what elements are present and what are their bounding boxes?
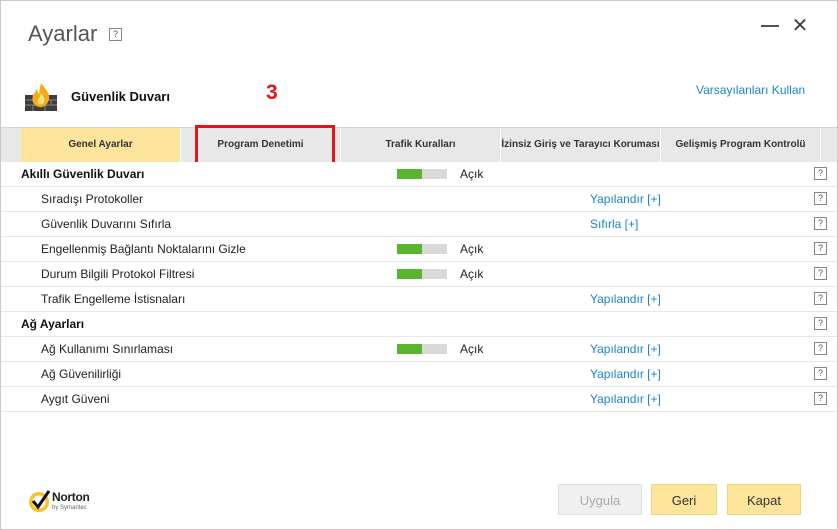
setting-row: Sıradışı Protokoller Yapılandır [+]? bbox=[1, 187, 837, 212]
tab-bar: Genel Ayarlar Program Denetimi Trafik Ku… bbox=[1, 127, 837, 163]
step-number-annotation: 3 bbox=[266, 81, 278, 104]
section-title: Güvenlik Duvarı bbox=[71, 89, 170, 104]
toggle-fill bbox=[397, 244, 422, 254]
help-icon[interactable]: ? bbox=[814, 217, 827, 230]
window-title: Ayarlar bbox=[28, 21, 98, 46]
toggle-switch[interactable] bbox=[397, 344, 447, 354]
back-button[interactable]: Geri bbox=[651, 484, 717, 515]
help-icon[interactable]: ? bbox=[814, 292, 827, 305]
tab-intrusion-browser-protection[interactable]: İzinsiz Giriş ve Tarayıcı Koruması bbox=[501, 128, 661, 162]
setting-row: Aygıt Güveni Yapılandır [+]? bbox=[1, 387, 837, 412]
setting-row: Ağ Kullanımı Sınırlaması Açık Yapılandır [… bbox=[1, 337, 837, 362]
norton-check-icon bbox=[29, 490, 51, 512]
setting-label: Ağ Güvenilirliği bbox=[41, 367, 122, 381]
help-icon[interactable]: ? bbox=[814, 167, 827, 180]
setting-label: Güvenlik Duvarını Sıfırla bbox=[41, 217, 172, 231]
status-text: Açık bbox=[460, 342, 484, 356]
toggle-fill bbox=[397, 269, 422, 279]
help-icon[interactable]: ? bbox=[814, 367, 827, 380]
tab-general-settings[interactable]: Genel Ayarlar bbox=[21, 128, 181, 162]
firewall-icon bbox=[25, 83, 57, 111]
status-text: Açık bbox=[460, 167, 484, 181]
configure-link[interactable]: Yapılandır [+] bbox=[590, 192, 661, 206]
setting-row: Güvenlik Duvarını Sıfırla Sıfırla [+]? bbox=[1, 212, 837, 237]
toggle-fill bbox=[397, 344, 422, 354]
setting-label: Durum Bilgili Protokol Filtresi bbox=[41, 267, 195, 281]
configure-link[interactable]: Yapılandır [+] bbox=[590, 342, 661, 356]
configure-link[interactable]: Yapılandır [+] bbox=[590, 367, 661, 381]
help-icon[interactable]: ? bbox=[814, 342, 827, 355]
setting-label: Aygıt Güveni bbox=[41, 392, 110, 406]
setting-row: Ağ Güvenilirliği Yapılandır [+]? bbox=[1, 362, 837, 387]
tab-traffic-rules[interactable]: Trafik Kuralları bbox=[341, 128, 501, 162]
help-icon[interactable]: ? bbox=[814, 192, 827, 205]
help-icon[interactable]: ? bbox=[814, 267, 827, 280]
section-row: Ağ Ayarları? bbox=[1, 312, 837, 337]
toggle-switch[interactable] bbox=[397, 169, 447, 179]
settings-window: Ayarlar ? ✕ Güvenlik Duvarı 3 Varsayılan… bbox=[0, 0, 838, 530]
configure-link[interactable]: Sıfırla [+] bbox=[590, 217, 638, 231]
setting-row: Engellenmiş Bağlantı Noktalarını Gizle Aç… bbox=[1, 237, 837, 262]
toggle-fill bbox=[397, 169, 422, 179]
setting-label: Sıradışı Protokoller bbox=[41, 192, 144, 206]
norton-sub: by Symantec bbox=[52, 505, 87, 511]
section-label: Ağ Ayarları bbox=[21, 317, 85, 331]
section-row: Akıllı Güvenlik Duvarı Açık? bbox=[1, 162, 837, 187]
minimize-icon[interactable] bbox=[759, 15, 781, 37]
setting-row: Durum Bilgili Protokol Filtresi Açık? bbox=[1, 262, 837, 287]
settings-list: Akıllı Güvenlik Duvarı Açık? Sıradışı Prot… bbox=[1, 162, 837, 412]
close-icon[interactable]: ✕ bbox=[789, 15, 811, 37]
norton-name: Norton bbox=[52, 490, 90, 504]
tab-highlight-box bbox=[195, 125, 335, 167]
help-icon[interactable]: ? bbox=[814, 392, 827, 405]
configure-link[interactable]: Yapılandır [+] bbox=[590, 292, 661, 306]
setting-row: Trafik Engelleme İstisnaları Yapılandır [… bbox=[1, 287, 837, 312]
toggle-switch[interactable] bbox=[397, 244, 447, 254]
tab-advanced-program-control[interactable]: Gelişmiş Program Kontrolü bbox=[661, 128, 821, 162]
setting-label: Ağ Kullanımı Sınırlaması bbox=[41, 342, 174, 356]
use-defaults-link[interactable]: Varsayılanları Kullan bbox=[696, 83, 805, 97]
status-text: Açık bbox=[460, 242, 484, 256]
configure-link[interactable]: Yapılandır [+] bbox=[590, 392, 661, 406]
setting-label: Trafik Engelleme İstisnaları bbox=[41, 292, 186, 306]
apply-button[interactable]: Uygula bbox=[558, 484, 642, 515]
close-button[interactable]: Kapat bbox=[727, 484, 801, 515]
toggle-switch[interactable] bbox=[397, 269, 447, 279]
help-icon[interactable]: ? bbox=[814, 242, 827, 255]
status-text: Açık bbox=[460, 267, 484, 281]
norton-logo: Norton by Symantec bbox=[27, 488, 117, 518]
setting-label: Engellenmiş Bağlantı Noktalarını Gizle bbox=[41, 242, 246, 256]
title-help-icon[interactable]: ? bbox=[109, 28, 122, 41]
help-icon[interactable]: ? bbox=[814, 317, 827, 330]
section-label: Akıllı Güvenlik Duvarı bbox=[21, 167, 145, 181]
